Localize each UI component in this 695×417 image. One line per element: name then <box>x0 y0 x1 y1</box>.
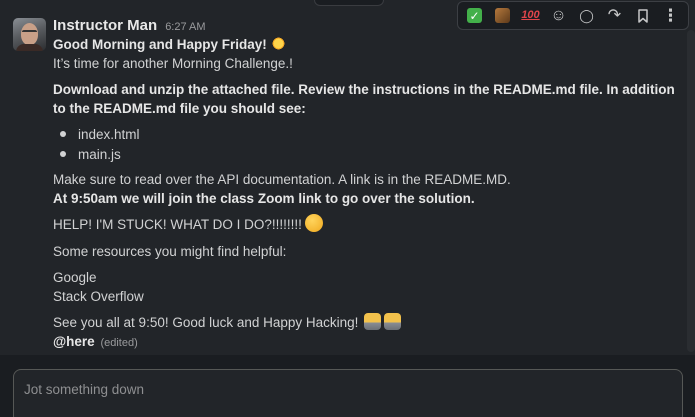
mention-line: @here (edited) <box>53 332 138 353</box>
share-message-button[interactable]: ↷ <box>604 5 625 26</box>
instructions-paragraph: Download and unzip the attached file. Re… <box>53 82 675 116</box>
resources-intro: Some resources you might find helpful: <box>53 244 287 259</box>
technologist-emoji <box>384 312 402 330</box>
help-line: HELP! I'M STUCK! WHAT DO I DO?!!!!!!!! <box>53 214 323 234</box>
reply-in-thread-icon: ◯ <box>579 8 594 23</box>
resource-link-google[interactable]: Google <box>53 268 97 287</box>
file-list: index.html main.js <box>60 124 140 164</box>
list-item-text: main.js <box>78 146 121 162</box>
custom-emoji-icon <box>495 8 510 23</box>
signoff-line: See you all at 9:50! Good luck and Happy… <box>53 312 402 332</box>
resource-link-stack-overflow[interactable]: Stack Overflow <box>53 287 144 306</box>
save-bookmark-button[interactable] <box>632 5 653 26</box>
bullet-dot <box>60 131 66 137</box>
more-actions-button[interactable]: ⋮ <box>660 5 681 26</box>
avatar-shirt <box>16 44 43 51</box>
here-mention[interactable]: @here <box>53 334 95 349</box>
sun-emoji <box>270 35 286 51</box>
signoff-text: See you all at 9:50! Good luck and Happy… <box>53 315 359 330</box>
add-reaction-button[interactable]: ☺ <box>548 5 569 26</box>
add-reaction-icon: ☺ <box>550 6 567 24</box>
white-check-mark-icon: ✓ <box>467 8 482 23</box>
avatar-face <box>21 23 38 45</box>
more-actions-icon: ⋮ <box>662 6 679 25</box>
edited-label: (edited) <box>100 337 138 349</box>
composer-input[interactable] <box>24 379 664 399</box>
share-icon: ↷ <box>607 6 622 24</box>
message-header: Instructor Man 6:27 AM <box>53 17 206 35</box>
thinking-face-emoji <box>304 214 323 233</box>
help-text: HELP! I'M STUCK! WHAT DO I DO?!!!!!!!! <box>53 217 302 232</box>
author-name[interactable]: Instructor Man <box>53 17 157 34</box>
message-actions-toolbar: ✓ 100 ☺ ◯ ↷ ⋮ <box>457 1 689 30</box>
message-container: Instructor Man 6:27 AM Good Morning and … <box>0 0 695 355</box>
avatar-glasses <box>22 30 37 34</box>
check-mark-reaction-button[interactable]: ✓ <box>464 5 485 26</box>
custom-reaction-button[interactable] <box>492 5 513 26</box>
challenge-line: It’s time for another Morning Challenge.… <box>53 56 293 71</box>
bullet-dot <box>60 151 66 157</box>
list-item: index.html <box>60 124 140 144</box>
greeting-line: Good Morning and Happy Friday! <box>53 35 286 54</box>
avatar[interactable] <box>13 18 46 51</box>
thread-divider-handle <box>314 0 384 6</box>
hundred-reaction-button[interactable]: 100 <box>520 5 541 26</box>
reply-in-thread-button[interactable]: ◯ <box>576 5 597 26</box>
list-item: main.js <box>60 144 140 164</box>
zoom-note: At 9:50am we will join the class Zoom li… <box>53 191 475 206</box>
hundred-icon: 100 <box>521 9 540 21</box>
message-composer <box>13 369 683 417</box>
technologist-emoji <box>364 312 382 330</box>
greeting-text: Good Morning and Happy Friday! <box>53 37 267 52</box>
message-timestamp[interactable]: 6:27 AM <box>165 21 205 33</box>
api-note: Make sure to read over the API documenta… <box>53 172 511 187</box>
scrollbar[interactable] <box>687 30 695 352</box>
list-item-text: index.html <box>78 126 140 142</box>
bookmark-icon <box>637 8 648 23</box>
